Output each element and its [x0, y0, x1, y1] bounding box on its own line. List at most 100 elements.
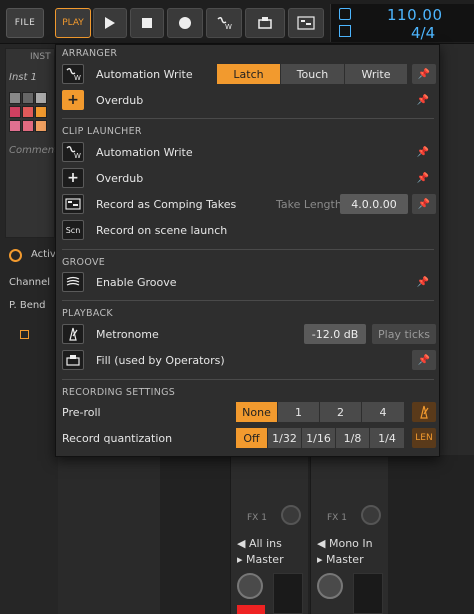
pan-knob[interactable] [237, 573, 263, 599]
power-icon [9, 249, 22, 262]
send-knob[interactable] [281, 505, 301, 525]
scene-launch-row: Scn Record on scene launch [62, 220, 436, 242]
play-options-popup: ARRANGER W Automation Write Latch Touch … [55, 44, 440, 457]
automation-write-icon[interactable]: W [62, 64, 84, 84]
color-pad[interactable] [22, 92, 34, 104]
quant-1-8[interactable]: 1/8 [336, 428, 370, 448]
metronome-label: Metronome [96, 328, 159, 341]
preroll-1[interactable]: 1 [278, 402, 320, 422]
fill-icon [258, 17, 272, 29]
square-icon [20, 330, 29, 339]
pin-icon[interactable]: 📌 [412, 194, 436, 214]
color-pad[interactable] [22, 106, 34, 118]
fill-button[interactable] [245, 8, 285, 38]
groove-icon[interactable] [62, 272, 84, 292]
play-button[interactable] [93, 8, 127, 38]
svg-text:W: W [74, 152, 81, 159]
active-toggle[interactable]: Activ [5, 246, 56, 266]
scene-launch-icon[interactable]: Scn [62, 220, 84, 240]
groove-title: GROOVE [62, 257, 106, 268]
color-pad[interactable] [9, 92, 21, 104]
record-quantization-row: Record quantization Off 1/32 1/16 1/8 1/… [62, 428, 436, 450]
overdub-label: Overdub [96, 172, 144, 185]
metronome-indicator-icon[interactable] [339, 8, 351, 20]
launcher-automation-write-row: W Automation Write 📌 [62, 142, 436, 164]
enable-groove-label: Enable Groove [96, 276, 177, 289]
divider [62, 300, 434, 301]
automation-write-icon[interactable]: W [62, 142, 84, 162]
preroll-4[interactable]: 4 [362, 402, 404, 422]
input-selector[interactable]: ◀ All ins [237, 537, 282, 550]
transport-bar: FILE PLAY W 110.00 4/4 [0, 0, 474, 44]
divider [62, 379, 434, 380]
color-pad[interactable] [22, 120, 34, 132]
mode-latch[interactable]: Latch [217, 64, 281, 84]
comping-icon[interactable] [62, 194, 84, 214]
automation-write-button[interactable]: W [206, 8, 242, 38]
quant-1-4[interactable]: 1/4 [370, 428, 404, 448]
output-value: Master [326, 553, 364, 566]
take-length-field[interactable]: 4.0.0.00 [340, 194, 408, 214]
preroll-2[interactable]: 2 [320, 402, 362, 422]
output-selector[interactable]: ▸ Master [317, 553, 364, 566]
pin-icon[interactable]: 📌 [412, 64, 436, 84]
metronome-level-field[interactable]: -12.0 dB [304, 324, 366, 344]
preroll-metronome-icon[interactable] [412, 402, 436, 422]
comment-field[interactable]: Comment [9, 145, 58, 156]
color-pad[interactable] [35, 120, 47, 132]
take-length-label: Take Length [276, 198, 342, 211]
quantize-length-icon[interactable]: LEN [412, 428, 436, 448]
metronome-row: Metronome -12.0 dB Play ticks [62, 324, 436, 346]
play-menu-button[interactable]: PLAY [55, 8, 91, 38]
color-pad[interactable] [9, 120, 21, 132]
play-ticks-button[interactable]: Play ticks [372, 324, 436, 344]
stop-button[interactable] [130, 8, 164, 38]
mode-touch[interactable]: Touch [281, 64, 345, 84]
pin-icon[interactable]: 📌 [416, 171, 430, 185]
level-meter [273, 573, 303, 614]
mode-write[interactable]: Write [345, 64, 407, 84]
mixer-area: FX 1 ◀ All ins ▸ Master FX 1 ◀ Mono In ▸… [160, 455, 474, 614]
comping-row: Record as Comping Takes Take Length 4.0.… [62, 194, 436, 216]
color-pad[interactable] [35, 106, 47, 118]
record-button[interactable] [167, 8, 203, 38]
comping-button[interactable] [288, 8, 324, 38]
quant-off[interactable]: Off [236, 428, 268, 448]
metronome-icon[interactable] [62, 324, 84, 344]
overdub-plus-icon[interactable]: + [62, 168, 84, 188]
overdub-plus-icon[interactable]: + [62, 90, 84, 110]
quant-1-32[interactable]: 1/32 [268, 428, 302, 448]
stop-icon [142, 18, 152, 28]
divider [62, 118, 434, 119]
comping-icon [297, 16, 315, 30]
time-signature[interactable]: 4/4 [411, 24, 435, 42]
channel-label: Channel [9, 277, 51, 288]
preroll-label: Pre-roll [62, 406, 101, 419]
quant-1-16[interactable]: 1/16 [302, 428, 336, 448]
input-selector[interactable]: ◀ Mono In [317, 537, 373, 550]
transport-display: 110.00 4/4 [330, 4, 474, 42]
level-meter [353, 573, 383, 614]
output-selector[interactable]: ▸ Master [237, 553, 284, 566]
input-value: All ins [248, 537, 282, 550]
pan-knob[interactable] [317, 573, 343, 599]
inst-name[interactable]: Inst 1 [9, 72, 37, 83]
pin-icon[interactable]: 📌 [412, 350, 436, 370]
color-pad[interactable] [35, 92, 47, 104]
launcher-overdub-row: + Overdub 📌 [62, 168, 436, 190]
pin-icon[interactable]: 📌 [416, 93, 430, 107]
pin-icon[interactable]: 📌 [416, 275, 430, 289]
pin-icon[interactable]: 📌 [416, 145, 430, 159]
preroll-none[interactable]: None [236, 402, 278, 422]
fill-icon[interactable] [62, 350, 84, 370]
overdub-label: Overdub [96, 94, 144, 107]
tempo-value[interactable]: 110.00 [387, 6, 443, 24]
color-pad[interactable] [9, 106, 21, 118]
sync-arrows-icon[interactable] [339, 25, 351, 37]
automation-write-icon: W [217, 16, 232, 30]
fill-row: Fill (used by Operators) 📌 [62, 350, 436, 372]
send-knob[interactable] [361, 505, 381, 525]
pbend-label: P. Bend [9, 300, 46, 311]
record-arm-button[interactable] [237, 605, 265, 614]
file-button[interactable]: FILE [6, 8, 44, 38]
